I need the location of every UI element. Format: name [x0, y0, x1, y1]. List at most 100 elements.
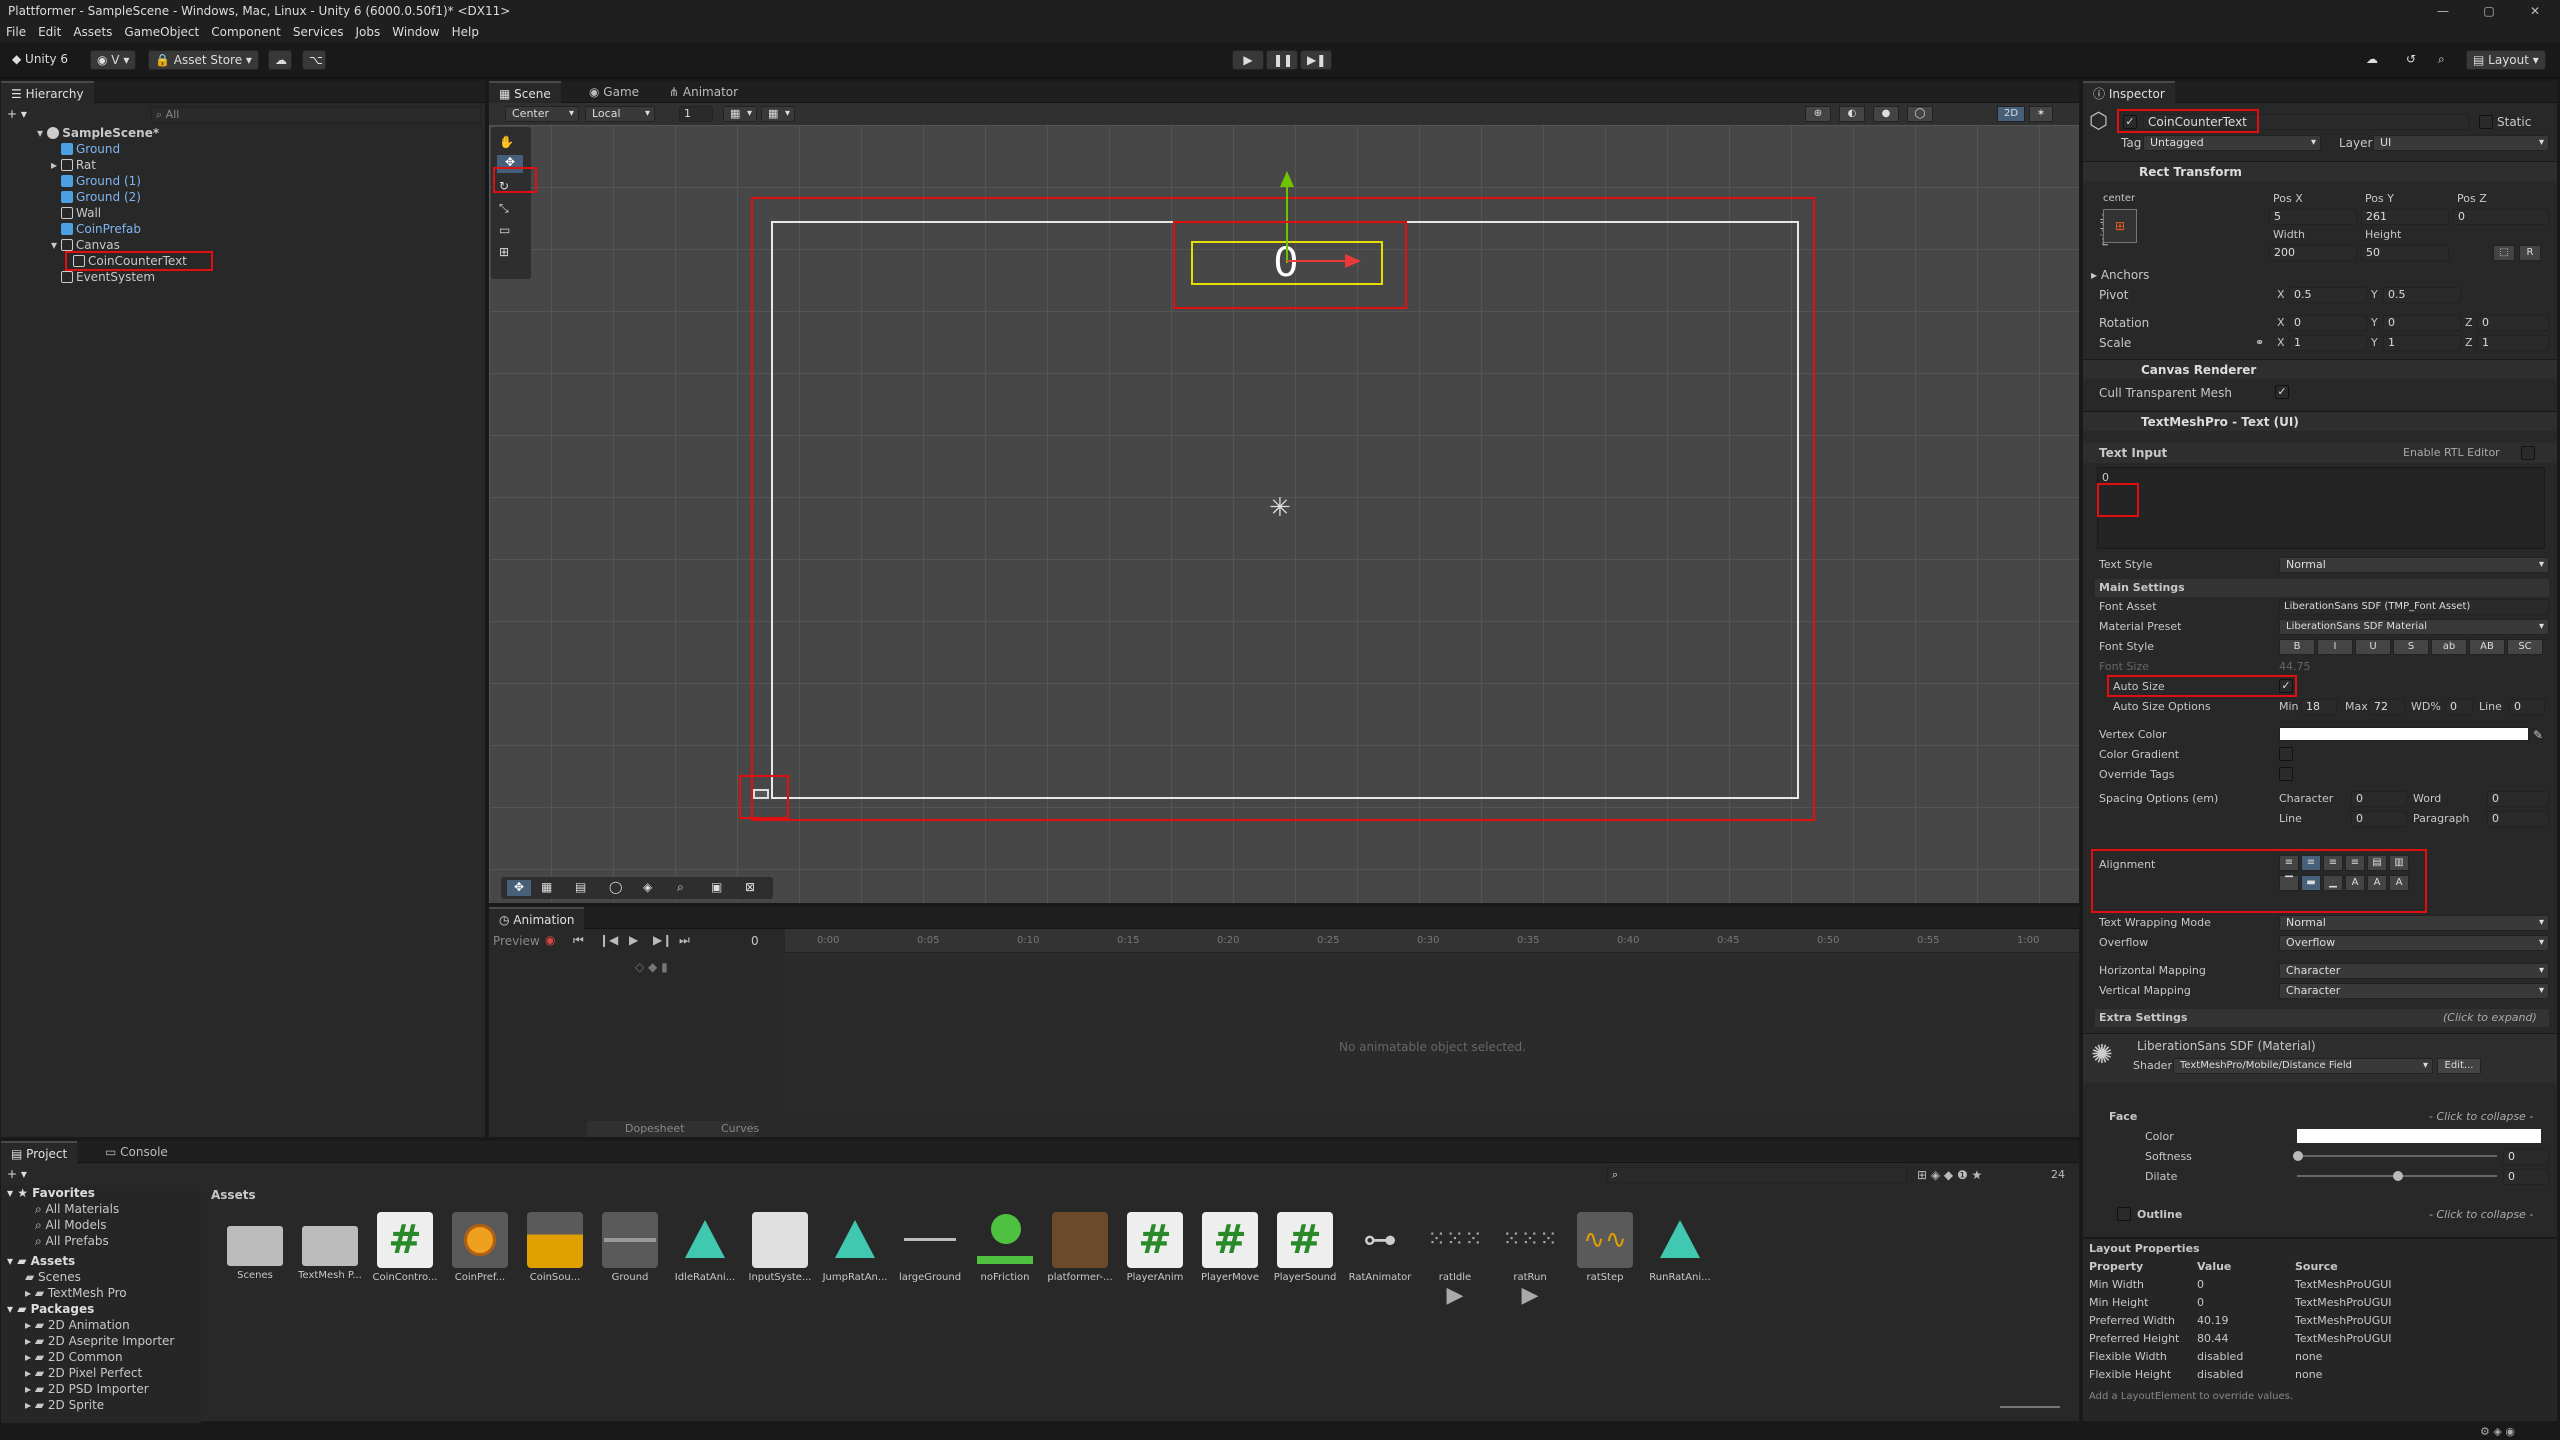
- menu-edit[interactable]: Edit: [32, 22, 67, 42]
- color-gradient-checkbox[interactable]: [2279, 747, 2293, 761]
- dilate-slider[interactable]: [2297, 1171, 2497, 1181]
- pkg-2d-common[interactable]: ▸ ▰ 2D Common: [25, 1349, 123, 1365]
- asset-ratstep[interactable]: ∿∿ ratStep: [1570, 1212, 1640, 1283]
- pos-z-field[interactable]: 0: [2453, 209, 2549, 225]
- font-asset-field[interactable]: LiberationSans SDF (TMP_Font Asset): [2279, 599, 2549, 615]
- keyframe-tools-icon[interactable]: ◇ ◆ ▮: [635, 959, 668, 975]
- sphere-icon[interactable]: ●: [1873, 106, 1899, 122]
- version-control-icon[interactable]: ⌥: [302, 50, 326, 70]
- rect-tool-icon[interactable]: ▭: [499, 223, 510, 237]
- auto-size-checkbox[interactable]: ✓: [2279, 679, 2293, 693]
- transform-tool-icon[interactable]: ⊞: [499, 245, 509, 259]
- face-color-field[interactable]: [2297, 1129, 2541, 1143]
- vertex-color-field[interactable]: [2279, 727, 2529, 741]
- thumbnail-size-slider[interactable]: [2000, 1406, 2060, 1408]
- status-icons[interactable]: ⚙ ◈ ◉: [2480, 1424, 2515, 1440]
- tilemap-fill-icon[interactable]: ⊠: [745, 880, 755, 894]
- last-frame-icon[interactable]: ⏭: [679, 933, 690, 948]
- extra-settings-header[interactable]: Extra Settings (Click to expand): [2095, 1009, 2549, 1027]
- tilemap-move-icon[interactable]: ✥: [507, 880, 531, 896]
- tree-textmesh-pro[interactable]: ▸ ▰ TextMesh Pro: [25, 1285, 127, 1301]
- tab-project[interactable]: ▤ Project: [1, 1141, 78, 1163]
- tab-animation[interactable]: ◷ Animation: [489, 907, 585, 929]
- asset-store-button[interactable]: 🔒 Asset Store ▾: [148, 50, 259, 70]
- outline-checkbox[interactable]: [2117, 1207, 2131, 1221]
- next-frame-icon[interactable]: ▶❙: [653, 933, 672, 947]
- lighting-icon[interactable]: ✶: [2029, 106, 2053, 122]
- play-anim-icon[interactable]: ▶: [629, 933, 638, 947]
- space-dropdown[interactable]: Local: [585, 106, 655, 122]
- cloud-services-icon[interactable]: ☁: [2360, 50, 2384, 70]
- hierarchy-item-ground[interactable]: Ground: [61, 141, 120, 157]
- asset-playermove[interactable]: # PlayerMove: [1195, 1212, 1265, 1283]
- mode-2d-button[interactable]: 2D: [1997, 106, 2025, 122]
- add-icon[interactable]: + ▾: [7, 107, 37, 123]
- rotation-z-field[interactable]: 0: [2477, 315, 2549, 331]
- tilemap-paint-icon[interactable]: ▤: [575, 880, 586, 894]
- auto-wd-field[interactable]: 0: [2445, 699, 2473, 715]
- fav-all-prefabs[interactable]: ⌕ All Prefabs: [35, 1233, 109, 1249]
- packages-header[interactable]: ▾ ▰ Packages: [7, 1301, 94, 1317]
- overflow-dropdown[interactable]: Overflow: [2279, 935, 2549, 951]
- cloud-icon[interactable]: ☁: [268, 50, 292, 70]
- wireframe-icon[interactable]: ◯: [1907, 106, 1933, 122]
- width-field[interactable]: 200: [2269, 245, 2357, 261]
- material-preset-dropdown[interactable]: LiberationSans SDF Material: [2279, 619, 2549, 635]
- hierarchy-item-coinprefab[interactable]: CoinPrefab: [61, 221, 141, 237]
- scene-viewport[interactable]: ✋ ✥ ↻ ⤡ ▭ ⊞ 0 ✳: [489, 125, 2079, 903]
- font-style-smallcaps[interactable]: SC: [2507, 639, 2543, 655]
- word-spacing-field[interactable]: 0: [2487, 791, 2549, 807]
- user-button[interactable]: ◉ V ▾: [90, 50, 137, 70]
- line-spacing-field[interactable]: 0: [2351, 811, 2407, 827]
- grid-dropdown[interactable]: ▦: [723, 106, 757, 122]
- face-section-header[interactable]: Face - Click to collapse -: [2109, 1107, 2549, 1127]
- record-icon[interactable]: ◉: [545, 933, 555, 947]
- font-style-strike[interactable]: S: [2393, 639, 2429, 655]
- scale-z-field[interactable]: 1: [2477, 335, 2549, 351]
- menu-window[interactable]: Window: [386, 22, 445, 42]
- pos-y-field[interactable]: 261: [2361, 209, 2449, 225]
- auto-max-field[interactable]: 72: [2369, 699, 2405, 715]
- tilemap-rotate-icon[interactable]: ◯: [609, 880, 622, 894]
- asset-ratrun[interactable]: ⁙⁙⁙▶ ratRun: [1495, 1212, 1565, 1308]
- asset-ground[interactable]: Ground: [595, 1212, 665, 1283]
- canvas-renderer-header[interactable]: Canvas Renderer: [2083, 359, 2557, 379]
- tilemap-grid-icon[interactable]: ▣: [711, 880, 722, 894]
- move-gizmo-y[interactable]: [1286, 185, 1288, 263]
- tab-animator[interactable]: ⋔ Animator: [659, 81, 748, 103]
- asset-coincontroller[interactable]: # CoinContro...: [370, 1212, 440, 1283]
- tag-dropdown[interactable]: Untagged: [2143, 135, 2321, 151]
- tab-game[interactable]: ◉ Game: [579, 81, 649, 103]
- asset-scenes[interactable]: Scenes: [220, 1212, 290, 1281]
- shader-dropdown[interactable]: TextMeshPro/Mobile/Distance Field: [2173, 1058, 2433, 1074]
- shading-icon[interactable]: ◐: [1839, 106, 1865, 122]
- hierarchy-item-coincountertext[interactable]: CoinCounterText: [73, 253, 187, 269]
- layout-button[interactable]: ▤ Layout ▾: [2466, 50, 2546, 70]
- asset-textmesh-pro[interactable]: TextMesh P...: [295, 1212, 365, 1281]
- gizmo-up-arrow-icon[interactable]: [1280, 171, 1294, 187]
- auto-line-field[interactable]: 0: [2509, 699, 2545, 715]
- scale-y-field[interactable]: 1: [2383, 335, 2461, 351]
- snap-dropdown[interactable]: ▦: [761, 106, 795, 122]
- raw-edit-icon[interactable]: R: [2519, 245, 2541, 261]
- font-style-italic[interactable]: I: [2317, 639, 2353, 655]
- pivot-dropdown[interactable]: Center: [505, 106, 579, 122]
- material-header[interactable]: ✺ LiberationSans SDF (Material) Shader T…: [2083, 1033, 2557, 1083]
- pause-button[interactable]: ❚❚: [1266, 50, 1298, 70]
- blueprint-mode-icon[interactable]: ⬚: [2493, 245, 2515, 261]
- close-icon[interactable]: ✕: [2512, 0, 2558, 22]
- eyedropper-icon[interactable]: ✎: [2533, 727, 2543, 743]
- timeline-ruler[interactable]: 0:00 0:05 0:10 0:15 0:20 0:25 0:30 0:35 …: [785, 929, 2079, 953]
- asset-platformer-sprites[interactable]: platformer-...: [1045, 1212, 1115, 1283]
- vertical-alignment-buttons[interactable]: ▔ ▬ ▁ A A A: [2279, 875, 2409, 891]
- asset-playersound[interactable]: # PlayerSound: [1270, 1212, 1340, 1283]
- horizontal-alignment-buttons[interactable]: ≡ ≡ ≡ ≡ ▤ ▥: [2279, 855, 2409, 871]
- static-checkbox[interactable]: [2479, 115, 2493, 129]
- softness-slider[interactable]: [2293, 1151, 2497, 1161]
- tilemap-layers-icon[interactable]: ◈: [643, 880, 652, 894]
- layer-dropdown[interactable]: UI: [2373, 135, 2549, 151]
- search-icon[interactable]: ⌕: [2432, 50, 2451, 70]
- text-input-area[interactable]: 0: [2097, 467, 2545, 549]
- asset-coinprefab[interactable]: CoinPref...: [445, 1212, 515, 1283]
- menu-jobs[interactable]: Jobs: [350, 22, 387, 42]
